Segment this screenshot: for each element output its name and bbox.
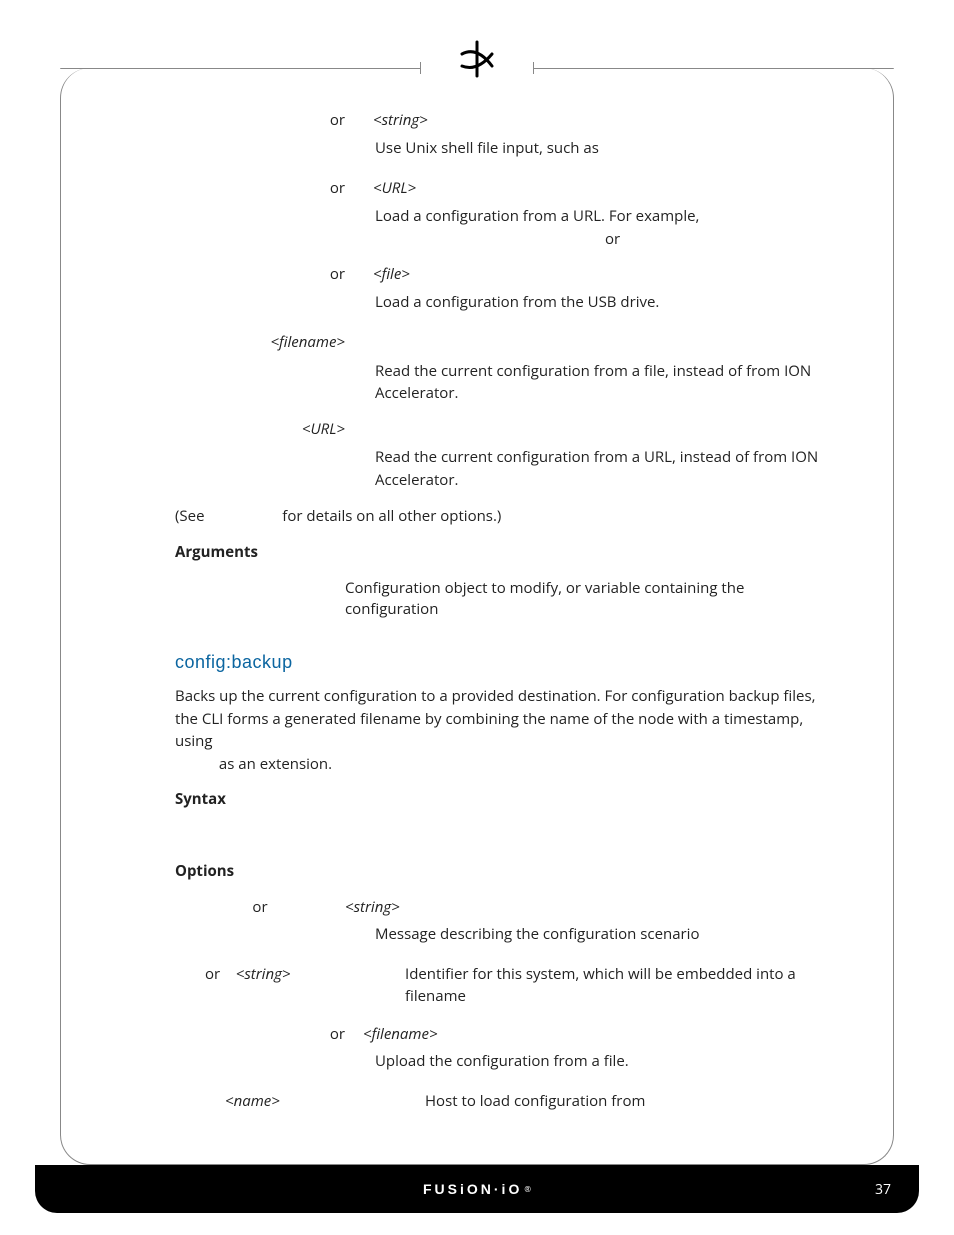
option-desc: Load a configuration from a URL. For exa… xyxy=(175,205,825,250)
page-number: 37 xyxy=(875,1180,891,1199)
arguments-heading: Arguments xyxy=(175,542,825,564)
option-item: or<string> Message describing the config… xyxy=(175,897,825,947)
syntax-heading: Syntax xyxy=(175,789,825,811)
options-heading: Options xyxy=(175,861,825,883)
option-desc: Load a configuration from the USB drive. xyxy=(175,292,825,314)
option-item: or<string> Use Unix shell file input, su… xyxy=(175,110,825,160)
option-item: or<URL> Load a configuration from a URL.… xyxy=(175,178,825,251)
option-desc: Use Unix shell file input, such as xyxy=(175,138,825,160)
option-item: or<filename> Upload the configuration fr… xyxy=(175,1024,825,1074)
body-text: or<string> Use Unix shell file input, su… xyxy=(175,110,825,1117)
param: <URL> xyxy=(373,178,416,198)
brand-logo: FUSiON·iO® xyxy=(423,1181,531,1197)
option-item: <URL> Read the current configuration fro… xyxy=(175,419,825,492)
param: <filename> xyxy=(270,332,345,352)
param: <string> xyxy=(373,110,428,130)
param: <URL> xyxy=(302,419,345,439)
param: <file> xyxy=(373,264,410,284)
page: or<string> Use Unix shell file input, su… xyxy=(0,0,954,1235)
see-note: (See for details on all other options.) xyxy=(175,505,825,528)
option-item: or <string> Identifier for this system, … xyxy=(175,964,825,1008)
option-item: <name> Host to load configuration from xyxy=(175,1091,825,1113)
arguments-row: Configuration object to modify, or varia… xyxy=(175,578,825,622)
option-item: or<file> Load a configuration from the U… xyxy=(175,264,825,314)
option-desc: Read the current configuration from a UR… xyxy=(175,446,825,491)
option-desc: Read the current configuration from a fi… xyxy=(175,360,825,405)
command-desc: Backs up the current configuration to a … xyxy=(175,685,825,775)
page-footer: FUSiON·iO® 37 xyxy=(35,1165,919,1213)
command-heading: config:backup xyxy=(175,649,825,675)
option-item: <filename> Read the current configuratio… xyxy=(175,332,825,405)
